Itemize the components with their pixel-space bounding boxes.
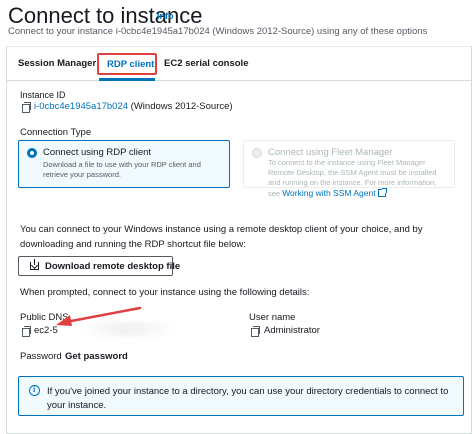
- rdp-option-title: Connect using RDP client: [43, 147, 152, 158]
- tab-rdp-client[interactable]: RDP client: [97, 53, 157, 75]
- user-name-value: Administrator: [264, 325, 320, 336]
- alert-text: If you've joined your instance to a dire…: [47, 386, 449, 411]
- page-subtitle: Connect to your instance i-0cbc4e1945a17…: [8, 26, 428, 37]
- connection-type-label: Connection Type: [20, 127, 92, 138]
- get-password-button[interactable]: Get password: [65, 351, 128, 362]
- working-with-ssm-agent-link[interactable]: Working with SSM Agent: [282, 188, 387, 198]
- user-name-label: User name: [249, 312, 296, 323]
- copy-icon[interactable]: [251, 326, 260, 337]
- copy-icon[interactable]: [22, 102, 31, 113]
- instance-name: (Windows 2012-Source): [130, 101, 233, 112]
- rdp-description: You can connect to your Windows instance…: [20, 224, 423, 250]
- download-remote-desktop-file-button[interactable]: Download remote desktop file: [18, 256, 180, 276]
- fleet-option-description: To connect to the instance using Fleet M…: [268, 158, 448, 199]
- external-link-icon: [377, 188, 387, 197]
- active-tab-indicator: [99, 78, 155, 81]
- connect-fleet-manager-option: Connect using Fleet Manager To connect t…: [243, 140, 455, 198]
- copy-icon[interactable]: [22, 326, 31, 337]
- info-link[interactable]: Info: [157, 11, 174, 21]
- tab-session-manager[interactable]: Session Manager: [18, 58, 96, 69]
- download-icon: [30, 259, 39, 270]
- download-button-label: Download remote desktop file: [45, 261, 181, 272]
- connect-details-prompt: When prompted, connect to your instance …: [20, 287, 310, 298]
- connect-rdp-option[interactable]: Connect using RDP client Download a file…: [18, 140, 230, 188]
- info-circle-icon: [29, 385, 40, 396]
- rdp-option-description: Download a file to use with your RDP cli…: [43, 160, 201, 179]
- tab-rdp-client-label: RDP client: [107, 59, 155, 70]
- instance-id-label: Instance ID: [20, 90, 66, 100]
- red-arrow-annotation: [56, 306, 142, 326]
- password-label: Password: [20, 351, 62, 362]
- tab-bar: Session Manager RDP client EC2 serial co…: [7, 47, 471, 81]
- directory-info-alert: If you've joined your instance to a dire…: [18, 376, 464, 416]
- instance-id-line: i-0cbc4e1945a17b024 (Windows 2012-Source…: [34, 101, 233, 112]
- rdp-radio[interactable]: [27, 148, 37, 158]
- fleet-option-title: Connect using Fleet Manager: [268, 147, 393, 158]
- instance-id-link[interactable]: i-0cbc4e1945a17b024: [34, 101, 128, 112]
- fleet-manager-radio: [252, 148, 262, 158]
- tab-ec2-serial-console[interactable]: EC2 serial console: [164, 58, 248, 69]
